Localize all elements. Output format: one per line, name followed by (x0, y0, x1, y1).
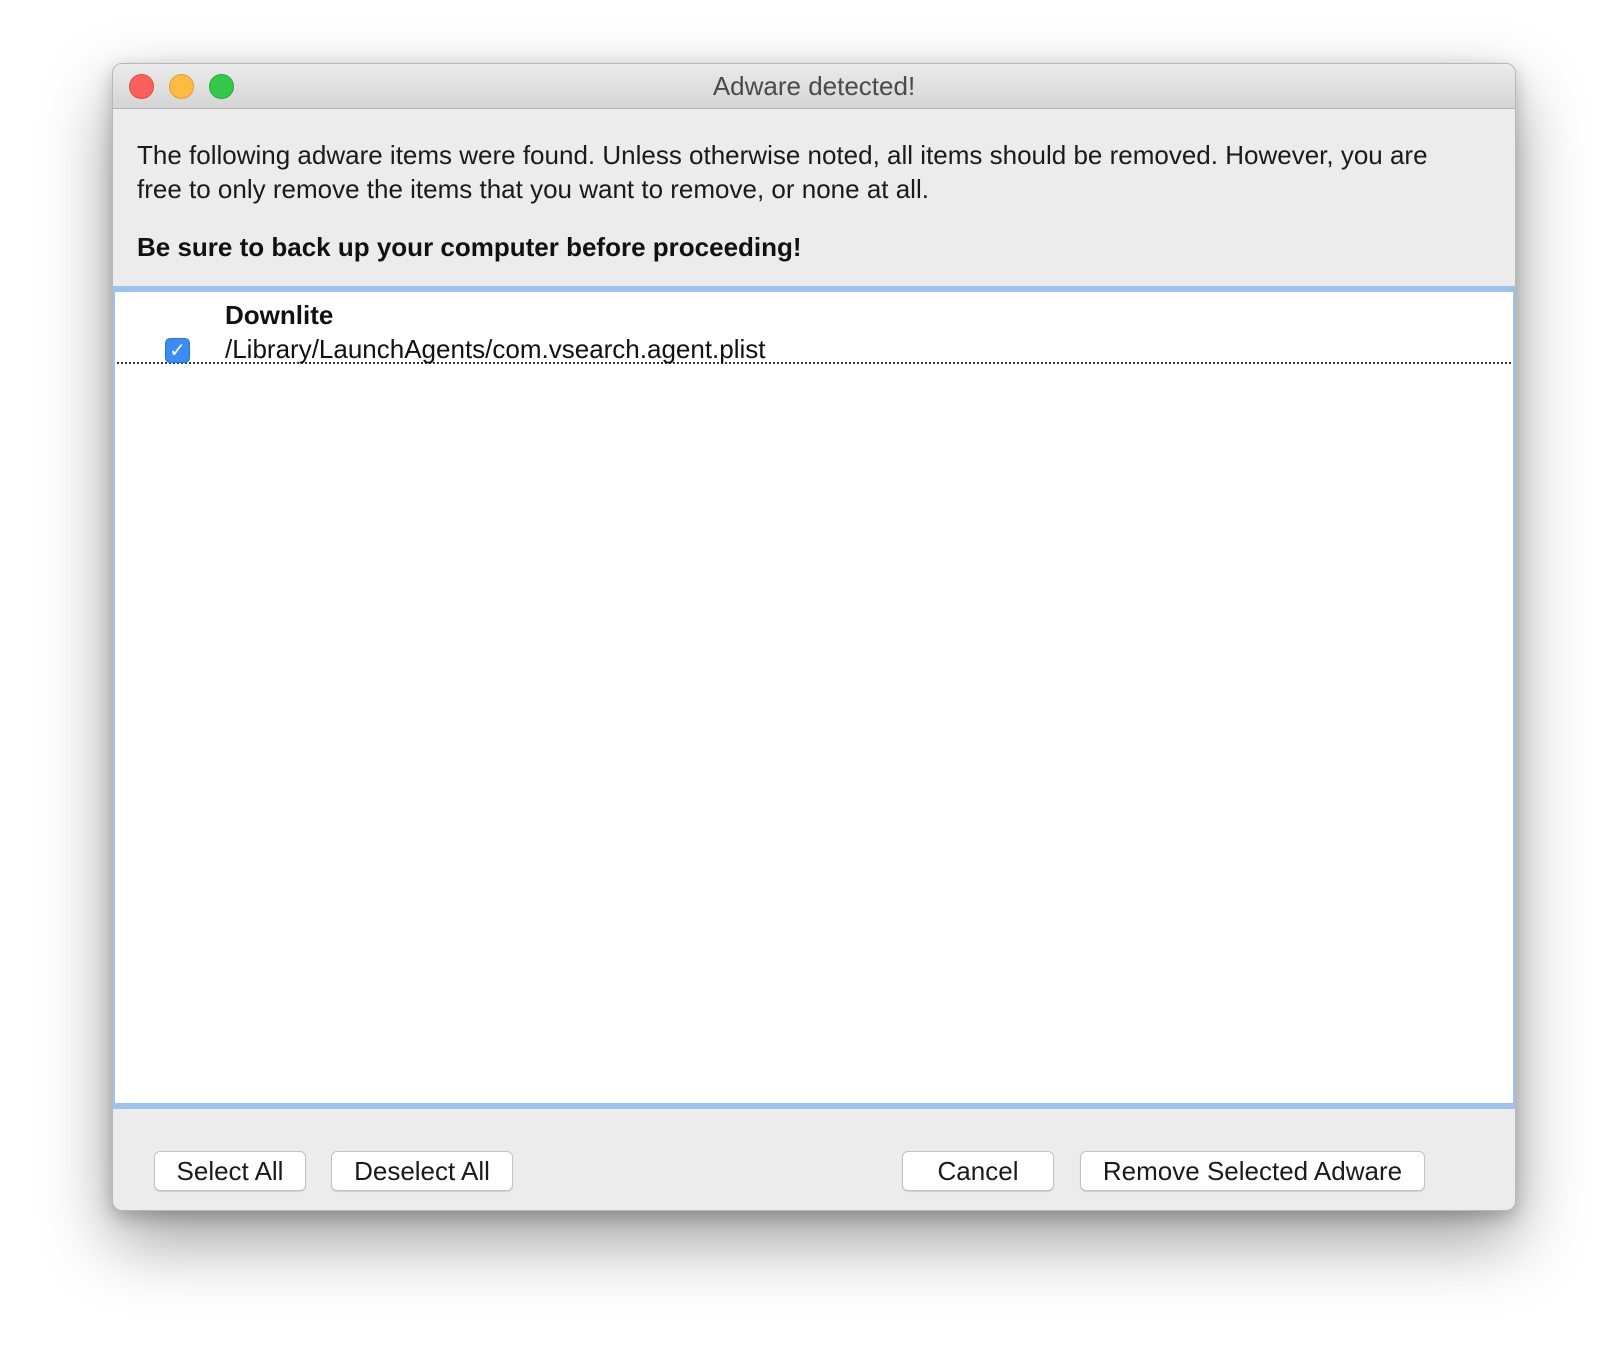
dialog-window: Adware detected! The following adware it… (112, 63, 1516, 1211)
title-bar[interactable]: Adware detected! (113, 64, 1515, 109)
window-title: Adware detected! (712, 71, 916, 101)
list-item[interactable]: ✓ Downlite /Library/LaunchAgents/com.vse… (117, 292, 1511, 364)
cancel-button[interactable]: Cancel (902, 1151, 1054, 1191)
adware-list[interactable]: ✓ Downlite /Library/LaunchAgents/com.vse… (113, 286, 1515, 1109)
info-message: The following adware items were found. U… (137, 140, 1428, 204)
adware-name: Downlite (225, 300, 334, 330)
checkmark-icon[interactable]: ✓ (165, 338, 190, 363)
remove-selected-adware-button[interactable]: Remove Selected Adware (1080, 1151, 1425, 1191)
adware-path: /Library/LaunchAgents/com.vsearch.agent.… (225, 334, 766, 364)
screen: Adware detected! The following adware it… (0, 0, 1624, 1368)
deselect-all-button[interactable]: Deselect All (331, 1151, 513, 1191)
backup-warning: Be sure to back up your computer before … (137, 232, 802, 262)
select-all-button[interactable]: Select All (154, 1151, 306, 1191)
